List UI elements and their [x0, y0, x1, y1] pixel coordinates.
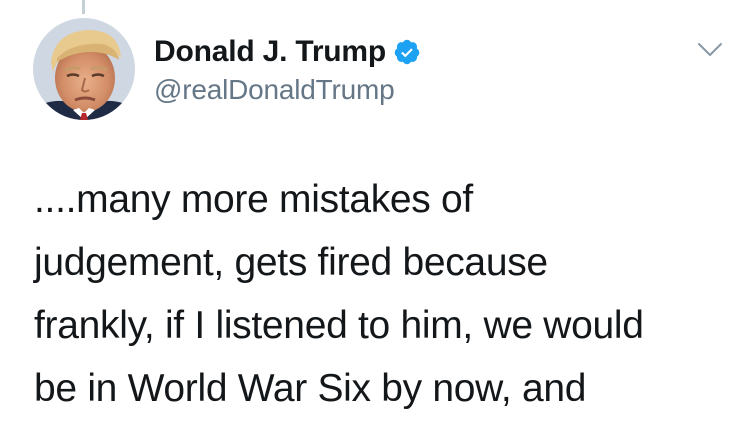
chevron-down-icon[interactable] — [697, 40, 723, 60]
user-handle[interactable]: @realDonaldTrump — [154, 74, 421, 106]
tweet-header: Donald J. Trump @realDonaldTrump — [33, 18, 733, 124]
tweet-text-line: be in World War Six by now, and — [34, 367, 587, 410]
author-info: Donald J. Trump @realDonaldTrump — [154, 32, 421, 106]
verified-badge-icon — [393, 38, 421, 66]
tweet-text-line: ....many more mistakes of — [34, 178, 473, 221]
avatar[interactable] — [33, 18, 135, 120]
display-name[interactable]: Donald J. Trump — [154, 35, 386, 69]
tweet-text: ....many more mistakes of judgement, get… — [34, 168, 724, 420]
tweet-text-line: frankly, if I listened to him, we would — [34, 304, 644, 347]
thread-connector-line — [82, 0, 85, 14]
tweet-text-line: judgement, gets fired because — [34, 241, 548, 284]
display-name-row: Donald J. Trump — [154, 32, 421, 72]
avatar-image — [33, 18, 135, 120]
